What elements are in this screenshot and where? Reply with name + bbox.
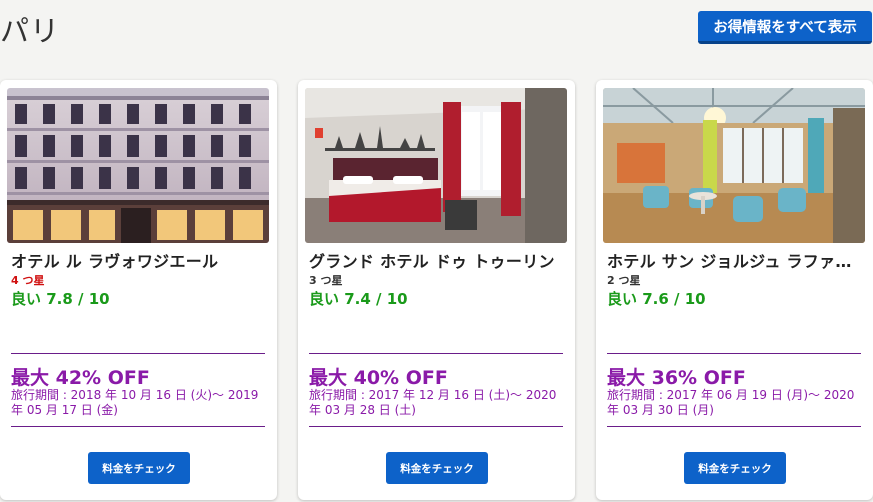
star-rating: 3 つ星	[309, 274, 343, 287]
check-price-button[interactable]: 料金をチェック	[88, 452, 190, 484]
discount-label: 最大 42% OFF	[11, 367, 150, 389]
divider	[309, 353, 563, 354]
hotel-photo[interactable]	[305, 88, 567, 243]
hotel-name[interactable]: ホテル サン ジョルジュ ラファイエット	[607, 248, 865, 272]
hotel-card[interactable]: オテル ル ラヴォワジエール 4 つ星 良い 7.8 / 10 最大 42% O…	[0, 80, 277, 500]
check-price-button[interactable]: 料金をチェック	[386, 452, 488, 484]
travel-period: 旅行期間 : 2017 年 12 月 16 日 (土)〜 2020 年 03 月…	[309, 388, 557, 417]
hotel-photo[interactable]	[603, 88, 865, 243]
show-all-deals-button[interactable]: お得情報をすべて表示	[698, 11, 872, 44]
review-score: 良い 7.4 / 10	[309, 290, 408, 308]
hotel-card[interactable]: グランド ホテル ドゥ トゥーリン 3 つ星 良い 7.4 / 10 最大 40…	[298, 80, 575, 500]
divider	[11, 426, 265, 427]
divider	[607, 426, 861, 427]
check-price-button[interactable]: 料金をチェック	[684, 452, 786, 484]
divider	[607, 353, 861, 354]
discount-label: 最大 40% OFF	[309, 367, 448, 389]
star-rating: 4 つ星	[11, 274, 45, 287]
divider	[11, 353, 265, 354]
travel-period: 旅行期間 : 2018 年 10 月 16 日 (火)〜 2019 年 05 月…	[11, 388, 259, 417]
travel-period: 旅行期間 : 2017 年 06 月 19 日 (月)〜 2020 年 03 月…	[607, 388, 855, 417]
hotel-photo[interactable]	[7, 88, 269, 243]
star-rating: 2 つ星	[607, 274, 641, 287]
hotel-name[interactable]: グランド ホテル ドゥ トゥーリン	[309, 248, 567, 272]
review-score: 良い 7.8 / 10	[11, 290, 110, 308]
divider	[309, 426, 563, 427]
page-title: パリ	[0, 14, 61, 48]
hotel-card[interactable]: ホテル サン ジョルジュ ラファイエット 2 つ星 良い 7.6 / 10 最大…	[596, 80, 873, 500]
discount-label: 最大 36% OFF	[607, 367, 746, 389]
review-score: 良い 7.6 / 10	[607, 290, 706, 308]
hotel-name[interactable]: オテル ル ラヴォワジエール	[11, 248, 269, 272]
